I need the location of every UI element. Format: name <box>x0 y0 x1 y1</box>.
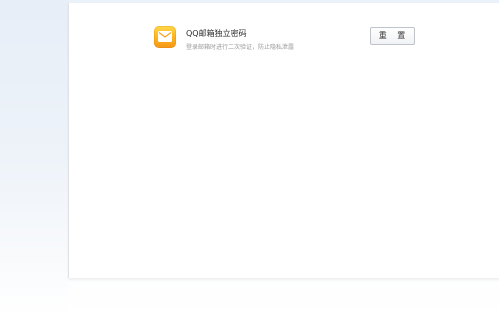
reset-button[interactable]: 重 置 <box>370 27 415 45</box>
envelope-glyph <box>158 31 172 42</box>
settings-panel: QQ邮箱独立密码 登录邮箱时进行二次验证，防止隐私泄露 重 置 <box>68 3 499 278</box>
mail-envelope-icon <box>154 26 176 48</box>
setting-description: 登录邮箱时进行二次验证，防止隐私泄露 <box>186 44 295 51</box>
page-background-left <box>0 0 68 318</box>
setting-title: QQ邮箱独立密码 <box>186 29 247 38</box>
